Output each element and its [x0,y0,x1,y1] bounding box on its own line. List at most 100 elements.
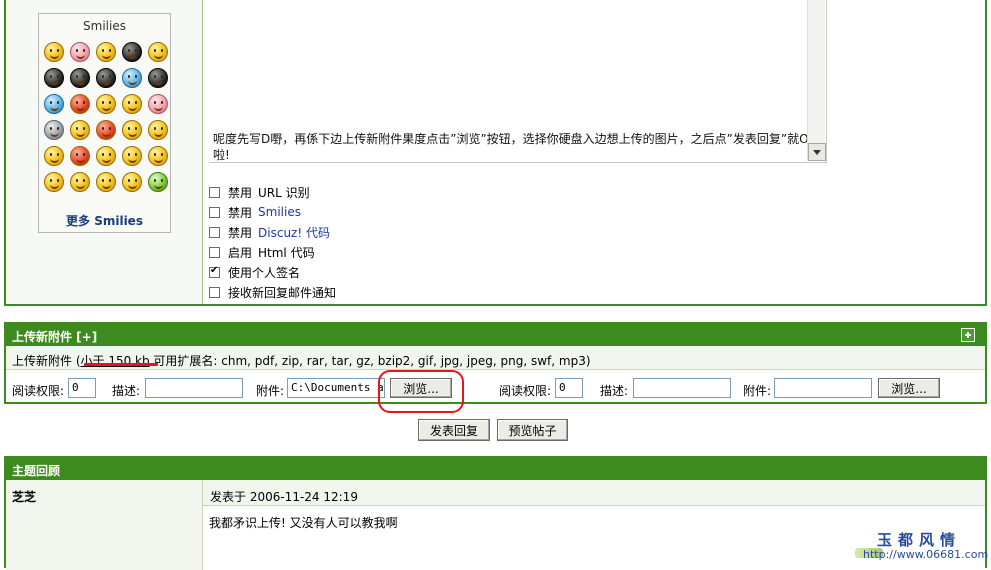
angry-red-icon[interactable] [70,94,90,114]
wail-icon[interactable] [96,172,116,192]
topic-review-panel: 主题回顾 芝芝 发表于 2006-11-24 12:19 我都矛识上传! 又没有… [4,456,987,570]
happy-icon[interactable] [70,172,90,192]
review-body: 我都矛识上传! 又没有人可以教我啊 [209,516,398,530]
review-header: 主题回顾 [6,458,985,480]
review-title: 主题回顾 [12,464,61,478]
attach-info-row: 上传新附件 (小于 150 kb 可用扩展名: chm, pdf, zip, r… [6,346,985,370]
review-meta-row: 发表于 2006-11-24 12:19 [203,480,985,506]
laugh-icon[interactable] [148,42,168,62]
dizzy-icon[interactable] [96,146,116,166]
pig-icon[interactable] [148,94,168,114]
handshake-icon[interactable] [70,120,90,140]
option-link[interactable]: Smilies [258,205,301,219]
option-prefix: 启用 [228,245,253,260]
sweat-icon[interactable] [44,146,64,166]
option-label: URL 识别 [258,185,310,200]
scroll-down-icon[interactable] [808,143,826,161]
message-text: 呢度先写D嘢，再係下边上传新附件果度点击”浏览”按钮，选择你硬盘入边想上传的图片… [213,132,809,162]
desc-label: 描述: [112,384,141,398]
red-underline-annotation [84,363,158,366]
watermark-url: http://www.06681.com [863,548,989,561]
read-perm-input-2[interactable]: 0 [555,378,583,398]
smilies-title: Smilies [83,19,126,33]
cry-icon[interactable] [70,42,90,62]
wink-icon[interactable] [148,120,168,140]
option-disable-discuz-code[interactable]: 禁用 Discuz! 代码 [209,222,330,242]
tongue-icon[interactable] [122,146,142,166]
option-email-notify[interactable]: 接收新回复邮件通知 [209,282,336,302]
penguin-heart-icon[interactable] [44,68,64,88]
editor-sidebar: Smilies 更多 Smilies [6,0,202,304]
desc-input[interactable] [145,378,243,398]
rain-cloud-icon[interactable] [44,94,64,114]
checkbox[interactable] [209,186,220,198]
bird-icon[interactable] [148,68,168,88]
attach-info-text: 上传新附件 (小于 150 kb 可用扩展名: chm, pdf, zip, r… [12,352,591,369]
checkbox[interactable] [209,246,220,258]
grin-icon[interactable] [122,172,142,192]
shy-icon[interactable] [96,42,116,62]
angry-icon[interactable] [122,42,142,62]
red-circle-annotation [378,370,464,413]
allowed-extensions: 可用扩展名: chm, pdf, zip, rar, tar, gz, bzip… [149,354,591,368]
bonsai-icon[interactable] [148,172,168,192]
file-path-input[interactable]: C:\Documents an [287,378,385,398]
option-label: 使用个人签名 [228,265,301,280]
smilies-box: Smilies 更多 Smilies [38,13,171,233]
option-prefix: 禁用 [228,185,253,200]
file-label: 附件: [256,384,285,398]
smile-icon[interactable] [44,42,64,62]
penguin-2-icon[interactable] [96,68,116,88]
checkbox[interactable] [209,286,220,298]
expand-icon[interactable] [961,328,975,342]
checkbox-checked[interactable] [209,265,220,278]
checkbox[interactable] [209,206,220,218]
option-link[interactable]: Discuz! 代码 [258,224,330,241]
desc-label-2: 描述: [600,384,629,398]
attach-title[interactable]: 上传新附件 [+] [12,328,97,345]
option-prefix: 禁用 [228,225,253,240]
option-enable-html[interactable]: 启用 Html 代码 [209,242,315,262]
drool-icon[interactable] [148,146,168,166]
watermark-title: 玉都风情 [877,531,962,549]
blush-icon[interactable] [96,94,116,114]
column-divider [202,0,203,304]
tongue-out-icon[interactable] [44,172,64,192]
file-path-input-2[interactable] [774,378,872,398]
review-author[interactable]: 芝芝 [12,488,36,505]
sad-icon[interactable] [122,120,142,140]
review-author-cell: 芝芝 [6,480,203,570]
browse-button-2[interactable]: 浏览... [878,378,940,398]
read-perm-label: 阅读权限: [12,384,65,398]
snail-icon[interactable] [44,120,64,140]
option-disable-smilies[interactable]: 禁用 Smilies [209,202,301,222]
read-perm-input[interactable]: 0 [68,378,96,398]
post-editor-panel: Smilies 更多 Smilies 呢度先写D嘢，再係下边上传新附件果度点击”… [4,0,987,306]
attach-header[interactable]: 上传新附件 [+] [6,324,985,346]
music-note-icon[interactable] [122,68,142,88]
textarea-scrollbar[interactable] [807,0,826,161]
desc-input-2[interactable] [633,378,731,398]
submit-row: 发表回复 预览帖子 [4,416,987,446]
more-smilies-link[interactable]: 更多 Smilies [39,212,170,229]
preview-post-button[interactable]: 预览帖子 [497,419,568,441]
option-label: 接收新回复邮件通知 [228,285,337,300]
info-prefix: 上传新附件 ( [12,354,81,368]
option-use-signature[interactable]: 使用个人签名 [209,262,300,282]
checkbox[interactable] [209,226,220,238]
option-label: Html 代码 [258,245,315,260]
message-textarea[interactable]: 呢度先写D嘢，再係下边上传新附件果度点击”浏览”按钮，选择你硬盘入边想上传的图片… [209,0,827,163]
penguin-icon[interactable] [70,68,90,88]
file-label-2: 附件: [743,384,772,398]
lips-icon[interactable] [96,120,116,140]
option-prefix: 禁用 [228,205,253,220]
read-perm-label-2: 阅读权限: [499,384,552,398]
curse-icon[interactable] [70,146,90,166]
attach-fields-row: 阅读权限: 0 描述: 附件: C:\Documents an 浏览... 阅读… [6,371,985,402]
smilies-grid [42,40,168,196]
submit-reply-button[interactable]: 发表回复 [418,419,490,441]
option-disable-url[interactable]: 禁用 URL 识别 [209,182,310,202]
site-watermark: 玉都风情 http://www.06681.com [855,528,989,565]
review-date: 发表于 2006-11-24 12:19 [210,490,358,504]
think-icon[interactable] [122,94,142,114]
